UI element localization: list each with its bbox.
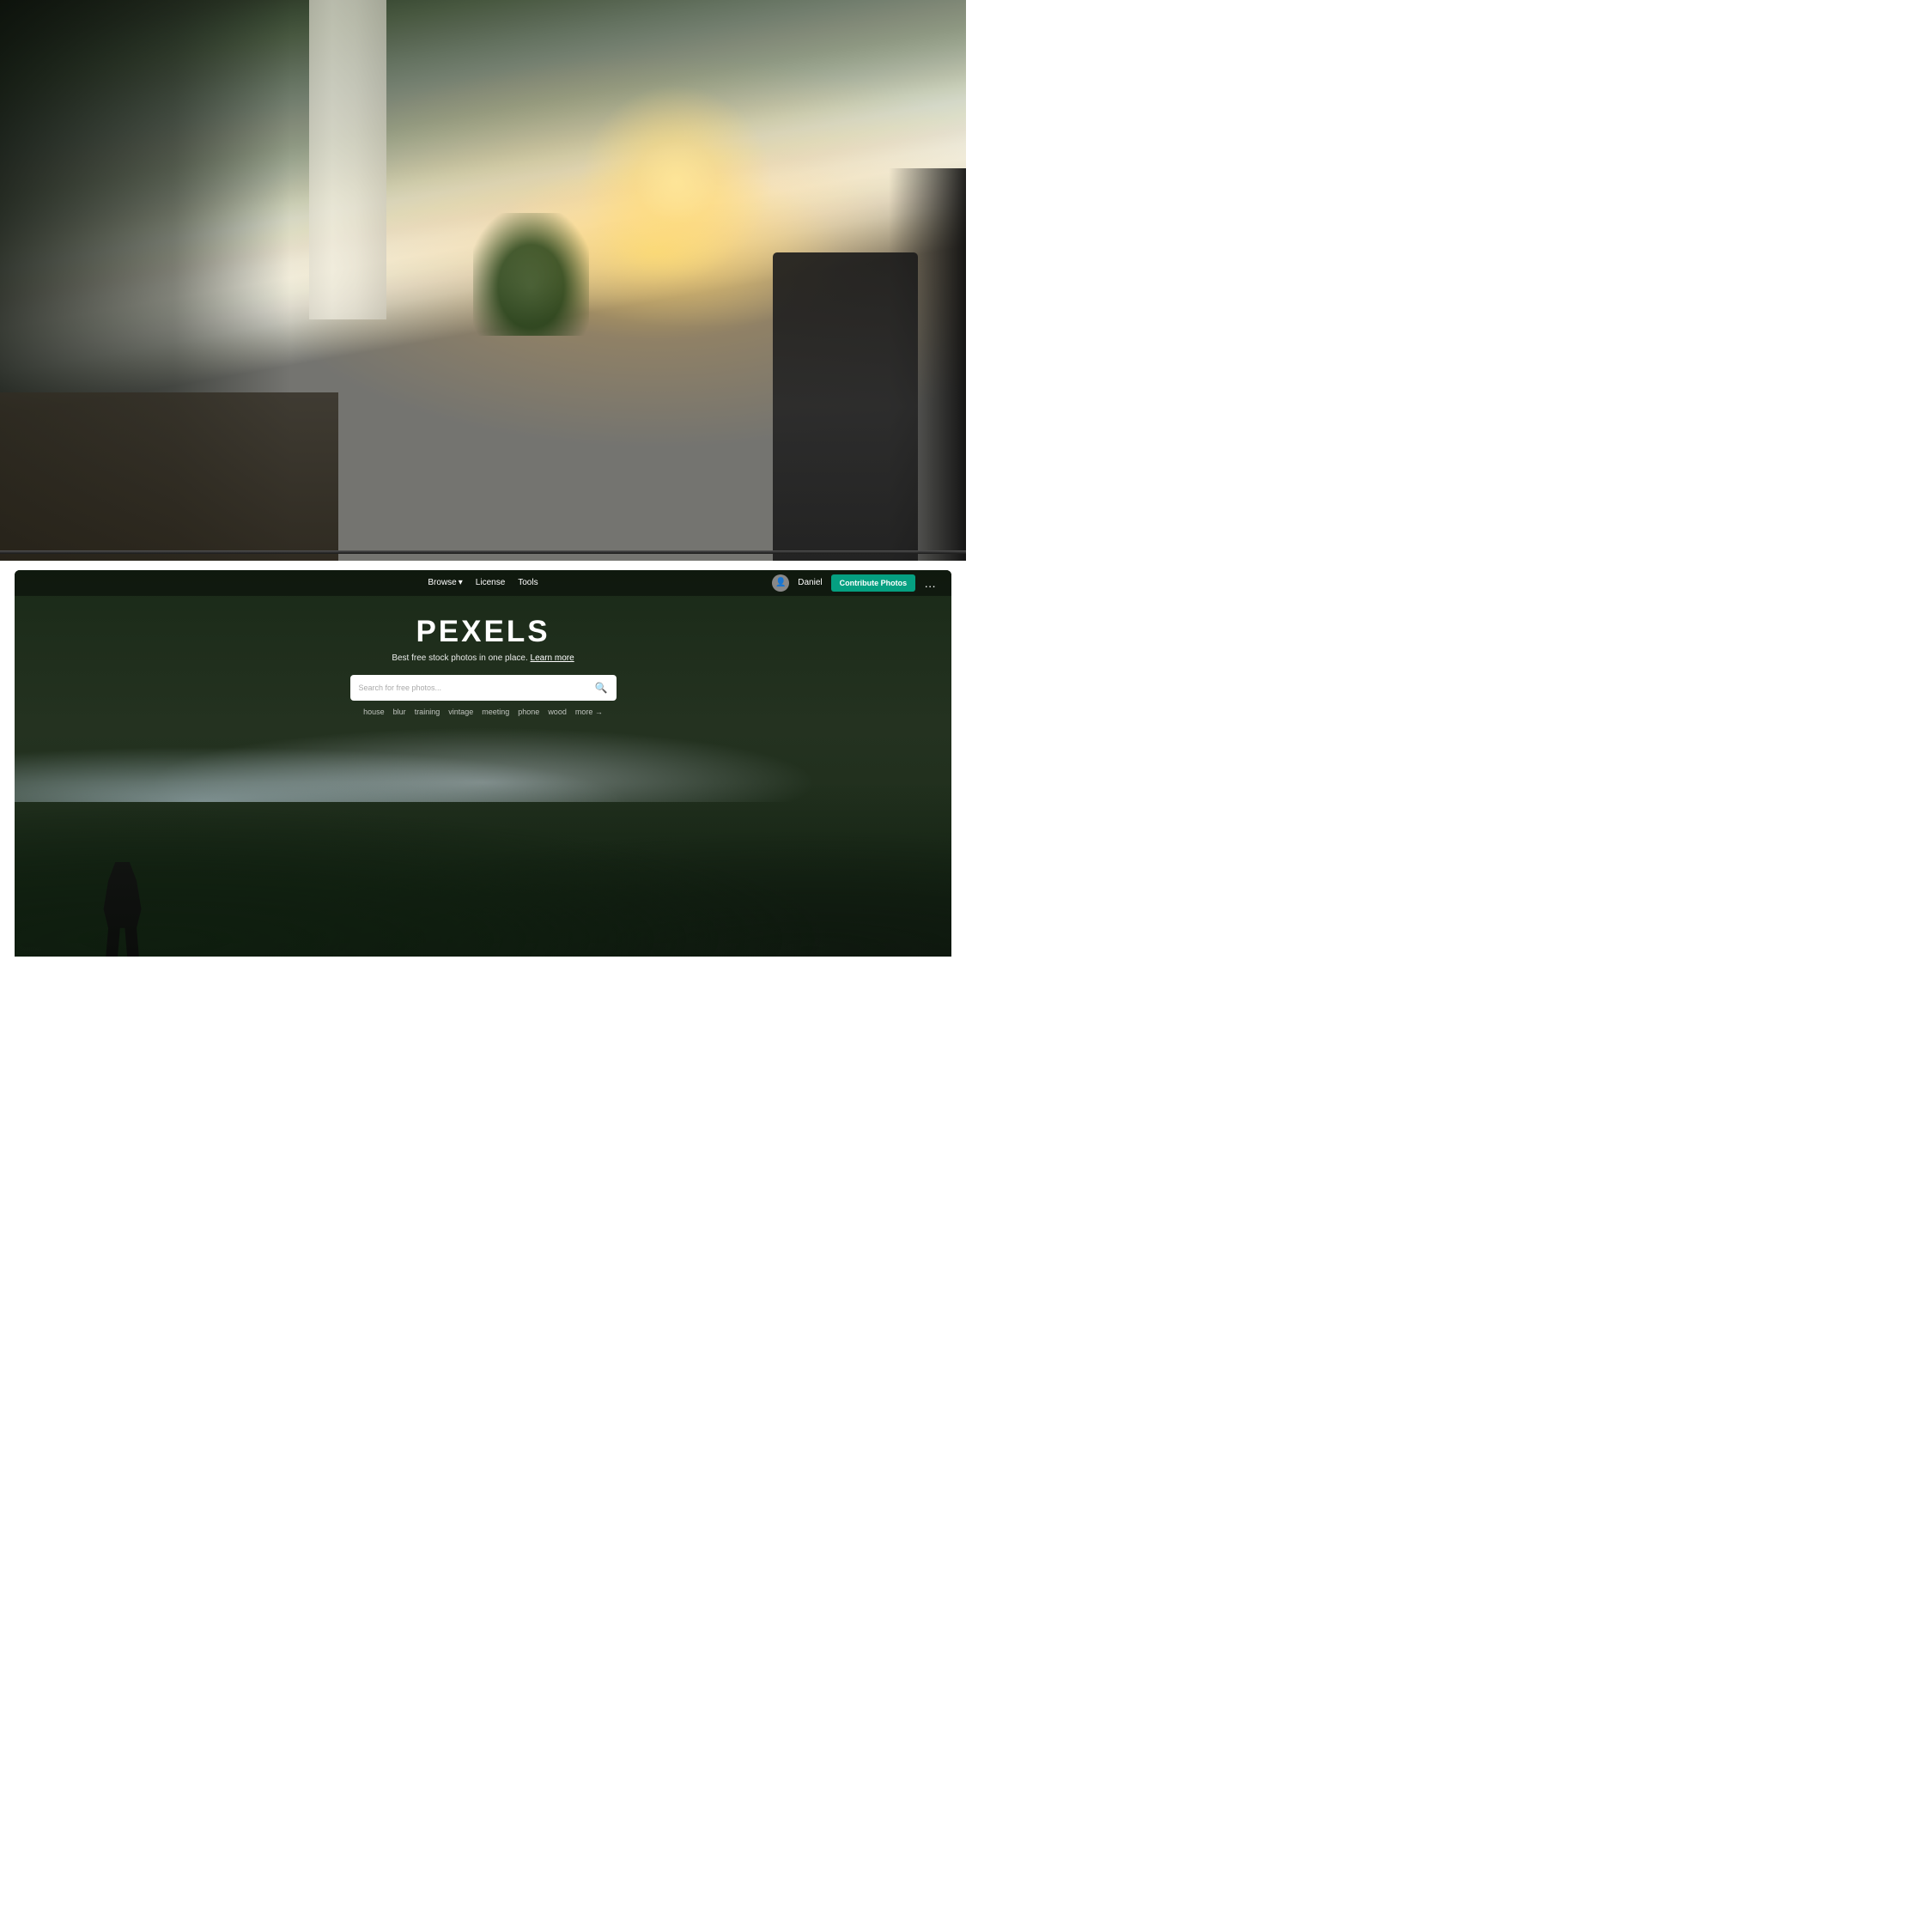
website-area: Browse ▾ License Tools 👤 Daniel <box>15 570 951 957</box>
tag-house[interactable]: house <box>363 708 385 716</box>
screenshot-wrapper: Chrome File Edit View History Bookmarks … <box>0 0 966 966</box>
search-button[interactable]: 🔍 <box>595 682 608 694</box>
hiker-body <box>99 862 146 957</box>
hiker-silhouette <box>99 862 146 957</box>
tools-button[interactable]: Tools <box>518 578 538 587</box>
search-placeholder: Search for free photos... <box>359 683 588 692</box>
site-nav: Browse ▾ License Tools 👤 Daniel <box>15 570 951 596</box>
desk-area <box>0 392 338 561</box>
username-display[interactable]: Daniel <box>798 578 822 587</box>
tag-training[interactable]: training <box>415 708 440 716</box>
physical-photo <box>0 0 966 561</box>
chair <box>773 252 918 561</box>
browse-label: Browse <box>428 578 456 587</box>
browse-button[interactable]: Browse ▾ <box>428 578 462 587</box>
user-avatar[interactable]: 👤 <box>772 574 789 592</box>
pexels-logo: PEXELS <box>416 615 550 649</box>
search-tags-row: house blur training vintage meeting phon… <box>363 708 603 716</box>
tag-wood[interactable]: wood <box>548 708 567 716</box>
tag-more[interactable]: more → <box>575 708 603 716</box>
plant <box>473 213 589 337</box>
forest-overlay <box>15 782 951 957</box>
tag-blur[interactable]: blur <box>393 708 406 716</box>
window-light <box>580 84 773 280</box>
tag-meeting[interactable]: meeting <box>482 708 509 716</box>
learn-more-link[interactable]: Learn more <box>531 653 574 663</box>
site-nav-right: 👤 Daniel Contribute Photos … <box>772 574 936 592</box>
site-nav-center: Browse ▾ License Tools <box>428 578 538 587</box>
contribute-photos-button[interactable]: Contribute Photos <box>831 574 916 592</box>
more-button[interactable]: … <box>924 576 936 590</box>
browse-chevron: ▾ <box>459 578 463 587</box>
license-button[interactable]: License <box>476 578 505 587</box>
browser-screen: Chrome File Edit View History Bookmarks … <box>15 570 951 957</box>
tagline: Best free stock photos in one place. Lea… <box>392 653 574 663</box>
tag-phone[interactable]: phone <box>518 708 539 716</box>
search-bar[interactable]: Search for free photos... 🔍 <box>350 675 617 701</box>
tag-vintage[interactable]: vintage <box>448 708 473 716</box>
monitor-bezel <box>0 550 966 554</box>
hero-area: PEXELS Best free stock photos in one pla… <box>15 596 951 716</box>
structural-column <box>309 0 386 319</box>
